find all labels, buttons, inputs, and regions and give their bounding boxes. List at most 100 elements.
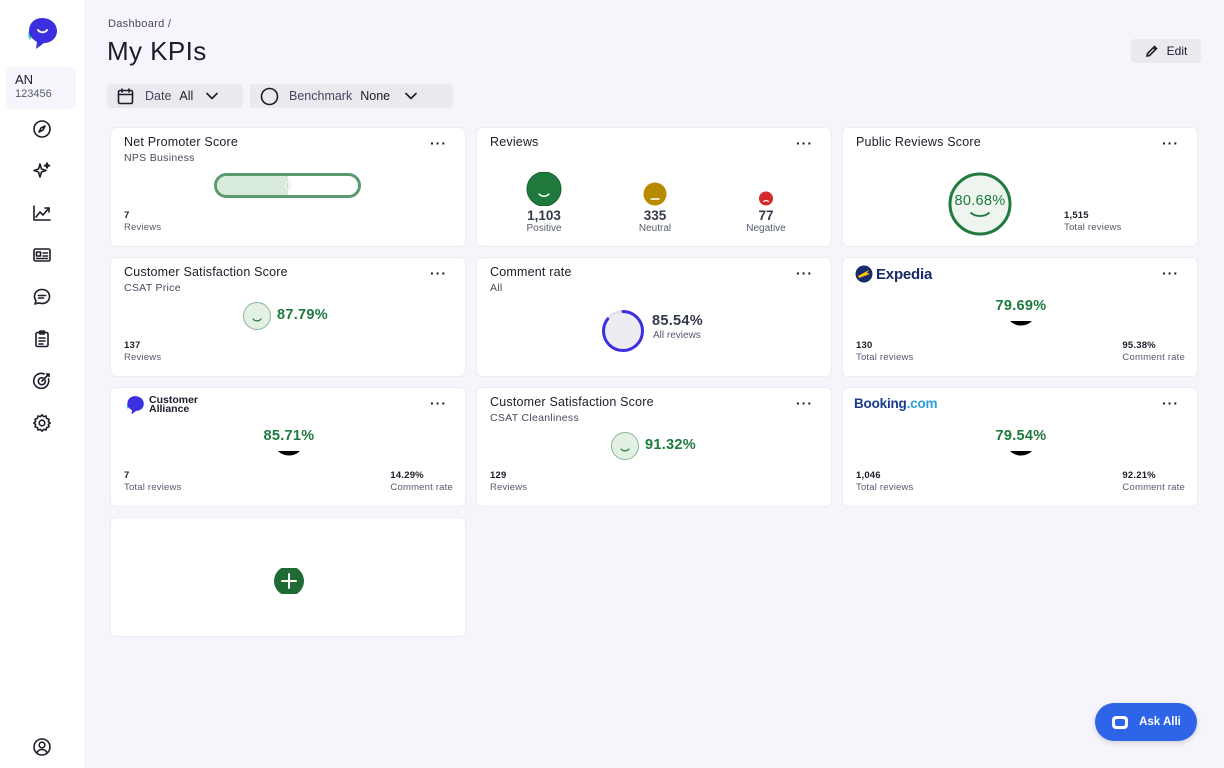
ask-alli-button[interactable]: Ask Alli: [1095, 703, 1197, 741]
more-options-button[interactable]: ···: [796, 395, 813, 411]
total-reviews: 1,046 Total reviews: [856, 470, 914, 494]
gear-icon[interactable]: [30, 411, 54, 435]
sparkle-icon[interactable]: [30, 159, 54, 183]
booking-brand-main: Booking: [854, 396, 907, 411]
total-reviews-label: Total reviews: [1064, 222, 1122, 233]
reviews-card[interactable]: Reviews ··· 1,103 Positive 335 Neutral 7…: [476, 127, 832, 247]
more-options-button[interactable]: ···: [430, 265, 447, 281]
total-reviews-value: 7: [124, 470, 130, 481]
smile-icon: [1010, 321, 1032, 326]
date-filter[interactable]: Date All: [107, 84, 243, 108]
comment-rate-value: 92.21%: [1122, 470, 1156, 481]
account-initials: AN: [15, 72, 34, 87]
comment-rate-label: Comment rate: [1122, 352, 1185, 363]
more-options-button[interactable]: ···: [1162, 395, 1179, 411]
public-reviews-card[interactable]: Public Reviews Score ··· 80.68% 1,515 To…: [842, 127, 1198, 247]
total-reviews: 1,515 Total reviews: [1064, 210, 1122, 234]
comment-rate-label: Comment rate: [1122, 482, 1185, 493]
more-options-button[interactable]: ···: [1162, 135, 1179, 151]
neutral-label: Neutral: [638, 223, 672, 234]
booking-brand-suffix: .com: [906, 396, 938, 411]
edit-button[interactable]: Edit: [1131, 39, 1201, 63]
csat-price-card[interactable]: Customer Satisfaction Score CSAT Price ·…: [110, 257, 466, 377]
customer-alliance-score: 85.71%: [263, 428, 315, 444]
booking-score: 79.54%: [995, 428, 1047, 444]
app-logo[interactable]: [24, 16, 60, 50]
benchmark-filter-label: Benchmark: [289, 89, 353, 103]
expedia-card[interactable]: Expedia ··· 79.69% 130 Total reviews 95.…: [842, 257, 1198, 377]
more-options-button[interactable]: ···: [430, 135, 447, 151]
card-subtitle: CSAT Cleanliness: [490, 412, 580, 424]
compass-icon[interactable]: [30, 117, 54, 141]
negative-face-icon: [759, 191, 773, 206]
card-title: Public Reviews Score: [856, 135, 981, 149]
account-id: 123456: [15, 88, 52, 100]
id-card-icon[interactable]: [30, 243, 54, 267]
comment-rate-value: 85.54%: [652, 313, 703, 329]
card-title: Customer Satisfaction Score: [490, 395, 654, 409]
user-circle-icon[interactable]: [30, 735, 54, 759]
positive-count: 1,103: [527, 208, 561, 223]
more-options-button[interactable]: ···: [1162, 265, 1179, 281]
review-count: 129 Reviews: [490, 470, 527, 494]
pencil-icon: [1145, 45, 1158, 58]
total-reviews-label: Total reviews: [856, 482, 914, 493]
csat-price-value: 87.79%: [277, 307, 328, 323]
edit-label: Edit: [1166, 44, 1188, 58]
add-kpi-card[interactable]: [110, 517, 466, 637]
card-subtitle: All: [490, 282, 503, 294]
booking-card[interactable]: Booking.com ··· 79.54% 1,046 Total revie…: [842, 387, 1198, 507]
comment-rate: 95.38% Comment rate: [1122, 340, 1185, 364]
more-options-button[interactable]: ···: [796, 135, 813, 151]
smile-icon: [1010, 451, 1032, 456]
date-filter-value: All: [179, 89, 194, 103]
brand-line-2: Alliance: [149, 403, 190, 415]
chart-line-icon[interactable]: [30, 201, 54, 225]
card-subtitle: CSAT Price: [124, 282, 181, 294]
account-switcher[interactable]: AN 123456: [6, 67, 76, 109]
expedia-logo: Expedia: [855, 265, 932, 283]
comment-rate: 92.21% Comment rate: [1122, 470, 1185, 494]
more-options-button[interactable]: ···: [796, 265, 813, 281]
review-count-value: 137: [124, 340, 141, 351]
chat-icon[interactable]: [30, 285, 54, 309]
nps-value: 0: [283, 178, 292, 193]
card-subtitle: NPS Business: [124, 152, 195, 164]
chevron-down-icon: [206, 92, 219, 100]
clipboard-icon[interactable]: [30, 327, 54, 351]
neutral-face-icon: [643, 182, 667, 206]
total-reviews-value: 130: [856, 340, 873, 351]
date-filter-label: Date: [145, 89, 172, 103]
benchmark-filter[interactable]: Benchmark None: [250, 84, 453, 108]
comment-rate-label: All reviews: [653, 330, 701, 341]
sidebar: AN 123456: [0, 0, 84, 768]
expedia-score: 79.69%: [995, 298, 1047, 314]
review-count-label: Reviews: [124, 352, 162, 363]
card-title: Reviews: [490, 135, 539, 149]
chevron-down-icon: [405, 92, 417, 100]
total-reviews-value: 1,515: [1064, 210, 1089, 221]
csat-cleanliness-card[interactable]: Customer Satisfaction Score CSAT Cleanli…: [476, 387, 832, 507]
smile-face-icon: [243, 302, 271, 330]
chat-bubble-icon: [1112, 715, 1129, 729]
comment-rate-value: 95.38%: [1122, 340, 1156, 351]
neutral-count: 335: [643, 208, 667, 223]
positive-face-icon: [526, 172, 562, 206]
customer-alliance-card[interactable]: Customer Alliance ··· 85.71% 7 Total rev…: [110, 387, 466, 507]
breadcrumb[interactable]: Dashboard /: [108, 18, 171, 30]
more-options-button[interactable]: ···: [430, 395, 447, 411]
ask-alli-label: Ask Alli: [1139, 716, 1181, 728]
card-title: Customer Satisfaction Score: [124, 265, 288, 279]
smile-icon: [278, 451, 300, 456]
review-count-label: Reviews: [124, 222, 162, 233]
comment-rate-label: Comment rate: [390, 482, 453, 493]
card-title: Comment rate: [490, 265, 572, 279]
public-score-value: 80.68%: [954, 193, 1006, 209]
nps-card[interactable]: Net Promoter Score NPS Business ··· 0 7 …: [110, 127, 466, 247]
booking-logo: Booking.com: [854, 396, 938, 411]
comment-rate-card[interactable]: Comment rate All ··· 85.54% All reviews: [476, 257, 832, 377]
negative-count: 77: [758, 208, 774, 223]
customer-alliance-icon: [126, 396, 144, 415]
target-icon[interactable]: [30, 369, 54, 393]
add-kpi-button[interactable]: [273, 568, 305, 594]
